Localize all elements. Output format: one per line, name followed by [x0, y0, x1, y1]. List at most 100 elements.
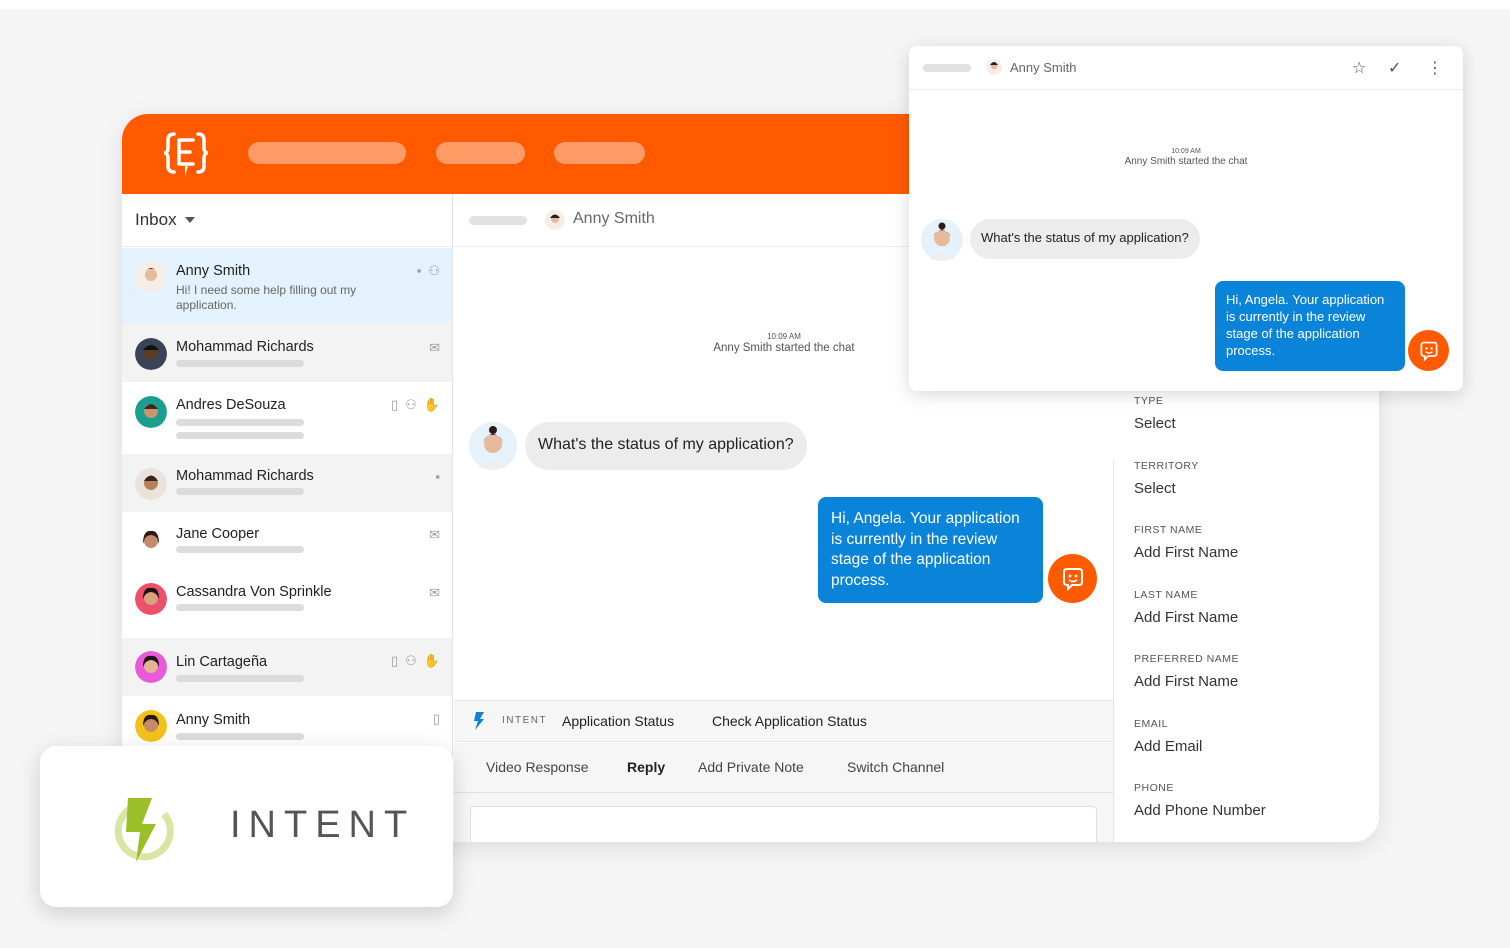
field-last-name[interactable]: LAST NAME Add First Name	[1134, 589, 1238, 626]
floating-chat-header: Anny Smith ☆ ✓ ⋮	[909, 46, 1463, 90]
chat-icon: ▪	[416, 263, 422, 278]
check-icon[interactable]: ✓	[1388, 58, 1401, 78]
field-type[interactable]: TYPE Select	[1134, 395, 1176, 432]
conversation-item[interactable]: Jane Cooper ✉	[122, 512, 452, 570]
bot-badge	[1048, 554, 1097, 603]
conversation-item[interactable]: Anny Smith Hi! I need some help filling …	[122, 248, 452, 324]
avatar	[545, 210, 565, 230]
preview-placeholder	[176, 360, 304, 367]
intent-action-link[interactable]: Check Application Status	[712, 713, 867, 729]
chat-system-notice: 10:09 AM Anny Smith started the chat	[1066, 148, 1306, 167]
preview-placeholder	[176, 546, 304, 553]
field-label: FIRST NAME	[1134, 524, 1203, 536]
field-email[interactable]: EMAIL Add Email	[1134, 718, 1202, 755]
conversation-name: Jane Cooper	[176, 526, 260, 542]
system-time: 10:09 AM	[1171, 148, 1201, 155]
field-label: PHONE	[1134, 782, 1174, 794]
avatar	[135, 468, 167, 500]
intent-label: INTENT	[502, 715, 548, 726]
intent-brand-card: INTENT	[40, 746, 453, 907]
chat-system-notice: 10:09 AM Anny Smith started the chat	[664, 332, 904, 354]
header-placeholder	[923, 64, 971, 72]
floating-contact-name: Anny Smith	[1010, 60, 1077, 75]
field-phone[interactable]: PHONE Add Phone Number	[1134, 782, 1266, 819]
field-value[interactable]: Add First Name	[1134, 544, 1238, 561]
preview-placeholder	[176, 419, 304, 426]
chat-contact-name: Anny Smith	[573, 210, 655, 227]
outgoing-message: Hi, Angela. Your application is currentl…	[818, 497, 1043, 603]
conversation-item[interactable]: Cassandra Von Sprinkle ✉	[122, 570, 452, 638]
bot-badge	[1408, 330, 1449, 371]
conversation-name: Mohammad Richards	[176, 339, 314, 355]
mail-icon: ✉	[429, 527, 440, 542]
field-label: TYPE	[1134, 395, 1164, 407]
field-value[interactable]: Select	[1134, 480, 1199, 497]
intent-bar: INTENT Application Status Check Applicat…	[454, 700, 1113, 742]
nav-placeholder-1[interactable]	[248, 142, 406, 164]
inbox-label: Inbox	[135, 210, 177, 229]
field-preferred-name[interactable]: PREFERRED NAME Add First Name	[1134, 653, 1239, 690]
conversation-name: Cassandra Von Sprinkle	[176, 584, 332, 600]
bot-face-icon	[1420, 341, 1437, 362]
system-message: Anny Smith started the chat	[713, 342, 855, 354]
tab-video-response[interactable]: Video Response	[486, 759, 588, 775]
field-value[interactable]: Add Email	[1134, 738, 1202, 755]
mail-icon: ✉	[429, 585, 440, 600]
star-icon[interactable]: ☆	[1352, 58, 1366, 78]
brand-logo-icon[interactable]	[164, 128, 208, 178]
intent-bolt-icon	[474, 712, 484, 730]
mobile-icon: ▯	[391, 653, 399, 668]
avatar	[135, 338, 167, 370]
tab-switch-channel[interactable]: Switch Channel	[847, 759, 944, 775]
inbox-dropdown[interactable]: Inbox	[122, 194, 452, 247]
reply-textarea[interactable]	[470, 806, 1097, 842]
conversation-item[interactable]: Andres DeSouza ▯ ⚇ ✋	[122, 382, 452, 454]
person-icon: ⚇	[405, 653, 417, 668]
system-message: Anny Smith started the chat	[1124, 156, 1248, 167]
chevron-down-icon	[184, 217, 195, 223]
avatar	[135, 583, 167, 615]
avatar	[135, 396, 167, 428]
conversation-name: Lin Cartageña	[176, 654, 268, 670]
field-first-name[interactable]: FIRST NAME Add First Name	[1134, 524, 1238, 561]
preview-placeholder	[176, 604, 304, 611]
avatar	[135, 651, 167, 683]
intent-brand-text: INTENT	[230, 804, 416, 846]
field-value[interactable]: Add First Name	[1134, 673, 1239, 690]
conversation-name: Mohammad Richards	[176, 468, 314, 484]
field-value[interactable]: Add First Name	[1134, 609, 1238, 626]
hand-icon: ✋	[423, 653, 440, 668]
bot-face-icon	[1062, 567, 1083, 591]
avatar	[986, 59, 1002, 75]
field-value[interactable]: Select	[1134, 415, 1176, 432]
preview-placeholder	[176, 733, 304, 740]
avatar	[135, 261, 167, 293]
intent-logo-icon	[114, 798, 174, 862]
preview-placeholder	[176, 432, 304, 439]
nav-placeholder-2[interactable]	[436, 142, 525, 164]
avatar	[135, 526, 167, 558]
system-time: 10:09 AM	[767, 332, 801, 341]
avatar	[921, 219, 963, 261]
hand-icon: ✋	[423, 397, 440, 412]
tab-add-private-note[interactable]: Add Private Note	[698, 759, 804, 775]
more-vertical-icon[interactable]: ⋮	[1427, 58, 1443, 78]
tab-reply[interactable]: Reply	[627, 759, 665, 775]
outgoing-message: Hi, Angela. Your application is currentl…	[1215, 281, 1405, 371]
preview-placeholder	[176, 675, 304, 682]
intent-value: Application Status	[562, 713, 675, 729]
field-value[interactable]: Add Phone Number	[1134, 802, 1266, 819]
person-icon: ⚇	[405, 397, 417, 412]
preview-placeholder	[176, 488, 304, 495]
field-territory[interactable]: TERRITORY Select	[1134, 460, 1199, 497]
conversation-preview: Hi! I need some help filling out my appl…	[176, 283, 357, 312]
conversation-item[interactable]: Mohammad Richards ✉	[122, 324, 452, 382]
mail-icon: ✉	[429, 340, 440, 355]
nav-placeholder-3[interactable]	[554, 142, 645, 164]
conversation-name: Andres DeSouza	[176, 397, 286, 413]
conversation-sidebar: Inbox Anny Smith Hi! I need some help fi…	[122, 194, 453, 842]
conversation-item[interactable]: Mohammad Richards ▪	[122, 454, 452, 512]
reply-tabs: Video Response Reply Add Private Note Sw…	[454, 743, 1113, 793]
conversation-item[interactable]: Lin Cartageña ▯ ⚇ ✋	[122, 638, 452, 696]
panel-divider	[1113, 460, 1114, 842]
